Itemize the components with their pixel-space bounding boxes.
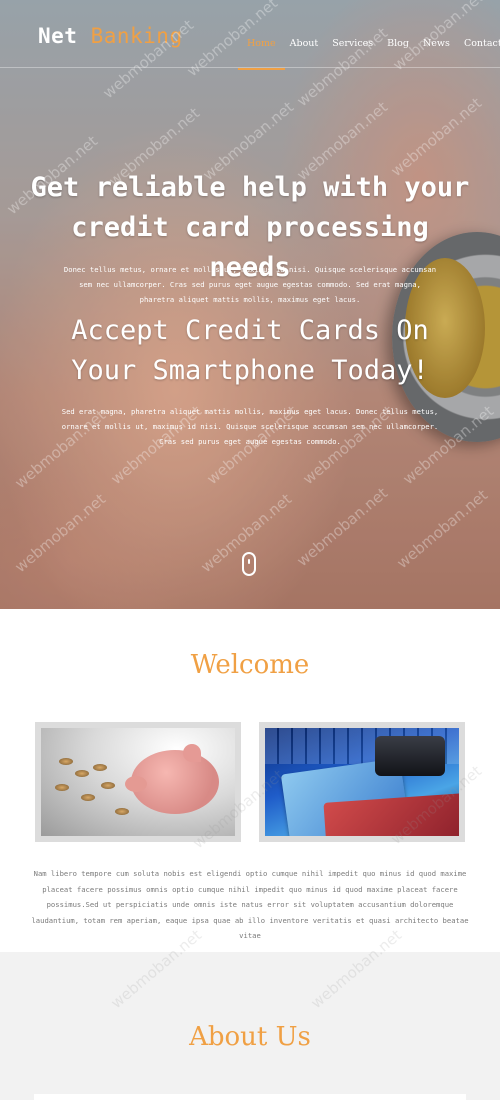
nav-home[interactable]: Home — [238, 38, 285, 70]
hero-banner: Net Banking Home About Services Blog New… — [0, 0, 500, 609]
padlock-icon — [375, 736, 445, 776]
logo-word-net: Net — [38, 24, 78, 48]
scroll-down-mouse-icon[interactable] — [242, 552, 256, 576]
nav-contact[interactable]: Contact — [457, 38, 500, 49]
top-navigation: Net Banking Home About Services Blog New… — [0, 0, 500, 70]
logo-word-banking: Banking — [90, 24, 183, 48]
site-logo[interactable]: Net Banking — [38, 24, 183, 48]
nav-news[interactable]: News — [416, 38, 457, 49]
piggy-snout — [125, 776, 147, 792]
coin-icon — [59, 758, 73, 765]
credit-card-lock-image-frame — [259, 722, 465, 842]
hero-headline-2: Accept Credit Cards On Your Smartphone T… — [71, 315, 429, 386]
hero-text-1: Donec tellus metus, ornare et mollis ut,… — [63, 265, 437, 304]
main-nav: Home About Services Blog News Contact — [238, 38, 500, 70]
piggy-bank-image — [41, 728, 235, 836]
hero-text-2: Sed erat magna, pharetra aliquet mattis … — [61, 407, 439, 446]
nav-services[interactable]: Services — [325, 38, 380, 49]
coin-icon — [101, 782, 115, 789]
credit-card-lock-image — [265, 728, 459, 836]
about-title: About Us — [189, 1022, 311, 1052]
about-content-box — [34, 1094, 466, 1100]
coin-icon — [75, 770, 89, 777]
piggy-bank-image-frame — [35, 722, 241, 842]
nav-about[interactable]: About — [283, 38, 326, 49]
nav-blog[interactable]: Blog — [380, 38, 416, 49]
welcome-title: Welcome — [190, 650, 310, 680]
piggy-ear — [183, 744, 201, 762]
coin-icon — [93, 764, 107, 771]
coin-icon — [55, 784, 69, 791]
coin-icon — [81, 794, 95, 801]
welcome-text: Nam libero tempore cum soluta nobis est … — [31, 869, 469, 941]
coin-icon — [115, 808, 129, 815]
